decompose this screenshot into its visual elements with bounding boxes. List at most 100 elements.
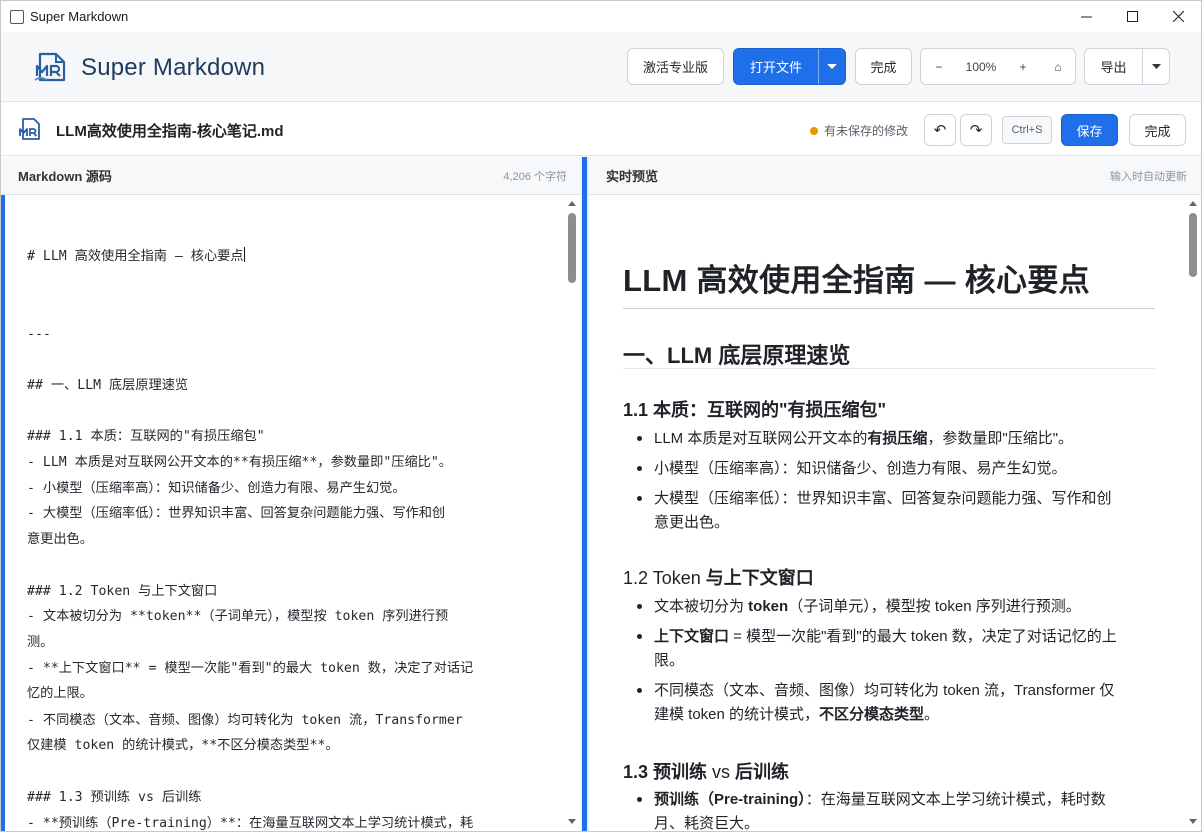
scroll-down-icon[interactable] — [1189, 819, 1197, 824]
scroll-up-icon[interactable] — [568, 201, 576, 206]
chevron-down-icon[interactable] — [827, 64, 837, 70]
preview-auto-update-note: 输入时自动更新 — [1110, 170, 1187, 183]
editor-line: 测。 — [27, 635, 54, 650]
editor-line: # LLM 高效使用全指南 — 核心要点 — [27, 247, 245, 264]
preview-list-item: 小模型（压缩率高）：知识储备少、创造力有限、易产生幻觉。 — [654, 460, 1067, 477]
preview-h1: LLM 高效使用全指南 — 核心要点 — [623, 263, 1090, 298]
source-pane-title: Markdown 源码 — [18, 169, 112, 184]
markdown-source-pane: Markdown 源码 4,206 个字符 # LLM 高效使用全指南 — 核心… — [1, 157, 581, 831]
unsaved-dot-icon — [810, 126, 818, 135]
editor-line: ### 1.1 本质：互联网的"有损压缩包" — [27, 429, 265, 444]
markdown-file-icon — [19, 118, 40, 140]
zoom-out-button[interactable]: − — [921, 60, 957, 74]
window-title: Super Markdown — [30, 9, 129, 24]
unsaved-indicator: 有未保存的修改 — [810, 122, 908, 139]
export-split-button[interactable]: 导出 — [1084, 48, 1170, 85]
redo-button[interactable]: ↷ — [960, 114, 992, 146]
save-shortcut-hint: Ctrl+S — [1002, 116, 1052, 144]
scroll-up-icon[interactable] — [1189, 201, 1197, 206]
editor-panes: Markdown 源码 4,206 个字符 # LLM 高效使用全指南 — 核心… — [1, 157, 1201, 832]
editor-line: 忆的上限。 — [27, 686, 93, 701]
preview-list-item: 文本被切分为 token（子词单元），模型按 token 序列进行预测。 — [654, 598, 1081, 615]
maximize-button[interactable] — [1109, 1, 1155, 32]
minimize-icon — [1080, 16, 1092, 18]
editor-line: - LLM 本质是对互联网公开文本的**有损压缩**，参数量即"压缩比"。 — [27, 455, 452, 470]
export-button[interactable]: 导出 — [1085, 57, 1142, 76]
preview-h3-section-1-1: 1.1 本质：互联网的"有损压缩包" — [623, 400, 887, 420]
close-window-button[interactable] — [1155, 1, 1201, 32]
preview-scroll-thumb[interactable] — [1189, 213, 1197, 277]
pane-divider-bar — [582, 157, 587, 831]
editor-line: - 大模型（压缩率低）：世界知识丰富、回答复杂问题能力强、写作和创 — [27, 506, 446, 521]
app-window: Super Markdown Super Markdown 激活专业版 打开文件 — [0, 0, 1202, 832]
open-file-split-button[interactable]: 打开文件 — [733, 48, 846, 85]
preview-list-item: 上下文窗口 = 模型一次能"看到"的最大 token 数，决定了对话记忆的上 — [654, 628, 1117, 645]
minimize-button[interactable] — [1063, 1, 1109, 32]
file-name: LLM高效使用全指南-核心笔记.md — [56, 123, 284, 140]
char-count: 4,206 个字符 — [503, 170, 567, 183]
bullet-icon — [637, 496, 642, 501]
zoom-controls: − 100% + ⌂ — [920, 48, 1076, 85]
bullet-icon — [637, 634, 642, 639]
preview-list-item: 预训练（Pre-training）：在海量互联网文本上学习统计模式，耗时数 — [654, 791, 1106, 808]
app-logo-icon — [34, 52, 66, 82]
editor-line: - 文本被切分为 **token**（子词单元），模型按 token 序列进行预 — [27, 609, 449, 624]
preview-pane-title: 实时预览 — [606, 169, 659, 184]
editor-line: - 小模型（压缩率高）：知识储备少、创造力有限、易产生幻觉。 — [27, 481, 406, 496]
title-bar: Super Markdown — [1, 1, 1201, 32]
preview-content: LLM 高效使用全指南 — 核心要点 一、LLM 底层原理速览 1.1 本质：互… — [623, 195, 1163, 832]
zoom-reset-button[interactable]: ⌂ — [1041, 60, 1075, 74]
app-name: Super Markdown — [81, 54, 266, 81]
editor-line: - 不同模态（文本、音频、图像）均可转化为 token 流，Transforme… — [27, 713, 463, 728]
unsaved-text: 有未保存的修改 — [824, 124, 909, 138]
editor-line: 意更出色。 — [27, 532, 93, 547]
window-controls — [1063, 1, 1201, 32]
source-scroll-thumb[interactable] — [568, 213, 576, 283]
preview-list-item-cont: 建模 token 的统计模式，不区分模态类型。 — [654, 706, 940, 723]
editor-line: - **上下文窗口** = 模型一次能"看到"的最大 token 数，决定了对话… — [27, 661, 474, 676]
editor-line: - **预训练（Pre-training）**：在海量互联网文本上学习统计模式，… — [27, 816, 474, 831]
preview-list-item-cont: 月、耗资巨大。 — [654, 815, 760, 832]
split-divider — [818, 49, 819, 84]
maximize-icon — [1126, 11, 1138, 22]
editor-line: --- — [27, 327, 51, 342]
app-header: Super Markdown 激活专业版 打开文件 完成 − 100% + ⌂ … — [1, 32, 1201, 102]
source-pane-header: Markdown 源码 4,206 个字符 — [1, 157, 581, 195]
zoom-in-button[interactable]: + — [1005, 60, 1041, 74]
bullet-icon — [637, 797, 642, 802]
preview-h2: 一、LLM 底层原理速览 — [623, 343, 851, 368]
done-button-header[interactable]: 完成 — [855, 48, 912, 85]
preview-list-item: 大模型（压缩率低）：世界知识丰富、回答复杂问题能力强、写作和创 — [654, 490, 1112, 507]
editor-line: ### 1.2 Token 与上下文窗口 — [27, 584, 218, 599]
undo-button[interactable]: ↶ — [924, 114, 956, 146]
text-caret — [243, 247, 245, 262]
activate-pro-button[interactable]: 激活专业版 — [627, 48, 724, 85]
source-scrollbar[interactable] — [568, 195, 576, 831]
preview-h3-section-1-2: 1.2 Token 与上下文窗口 — [623, 568, 814, 588]
scroll-down-icon[interactable] — [568, 819, 576, 824]
bullet-icon — [637, 688, 642, 693]
editor-line: ### 1.3 预训练 vs 后训练 — [27, 790, 202, 805]
app-window-icon — [10, 10, 24, 24]
preview-h3-section-1-3: 1.3 预训练 vs 后训练 — [623, 762, 790, 782]
pane-resize-handle[interactable] — [581, 157, 589, 831]
preview-scrollbar[interactable] — [1189, 195, 1197, 831]
bullet-icon — [637, 436, 642, 441]
done-button[interactable]: 完成 — [1129, 114, 1186, 146]
file-toolbar: LLM高效使用全指南-核心笔记.md 有未保存的修改 ↶ ↷ Ctrl+S 保存… — [1, 102, 1201, 156]
editor-focus-accent — [1, 195, 5, 831]
editor-line: 仅建模 token 的统计模式，**不区分模态类型**。 — [27, 738, 339, 753]
split-divider — [1142, 49, 1143, 84]
editor-line: ## 一、LLM 底层原理速览 — [27, 378, 189, 393]
redo-icon: ↷ — [969, 122, 983, 139]
preview-list-item: LLM 本质是对互联网公开文本的有损压缩，参数量即"压缩比"。 — [654, 430, 1074, 447]
preview-h1-rule — [623, 308, 1155, 309]
preview-h2-rule — [623, 368, 1155, 369]
bullet-icon — [637, 466, 642, 471]
open-file-button[interactable]: 打开文件 — [734, 57, 818, 76]
chevron-down-icon[interactable] — [1152, 64, 1161, 69]
preview-pane-header: 实时预览 输入时自动更新 — [589, 157, 1201, 195]
markdown-editor[interactable]: # LLM 高效使用全指南 — 核心要点 --- ## 一、LLM 底层原理速览… — [27, 195, 557, 831]
save-button[interactable]: 保存 — [1061, 114, 1118, 146]
bullet-icon — [637, 604, 642, 609]
